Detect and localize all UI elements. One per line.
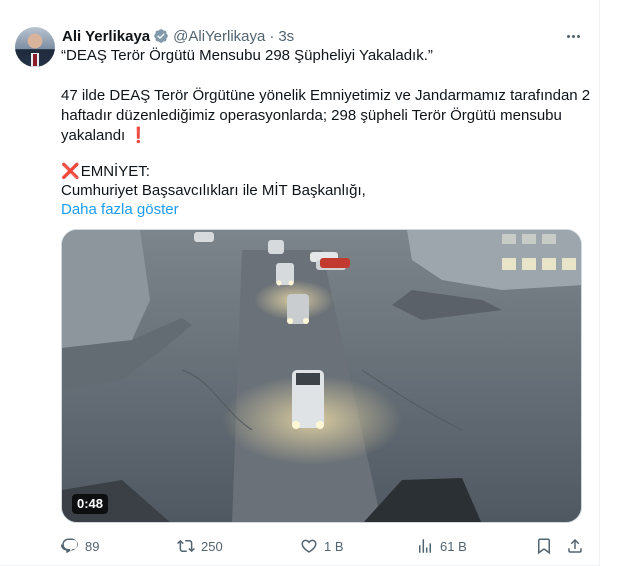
bookmark-icon	[538, 538, 550, 555]
video-thumbnail	[62, 230, 581, 522]
reply-count: 89	[85, 538, 100, 554]
tweet-actions: 89 250 1 B 61 B	[61, 537, 582, 555]
views-button[interactable]: 61 B	[416, 537, 467, 555]
show-more-link[interactable]: Daha fazla göster	[61, 200, 571, 220]
more-icon	[566, 34, 570, 38]
tweet-header: Ali Yerlikaya @AliYerlikaya · 3s	[62, 27, 294, 45]
separator-dot: ·	[269, 27, 275, 45]
avatar[interactable]	[15, 27, 55, 67]
tweet-text-line-4: yakalandı ❗	[61, 126, 571, 146]
like-count: 1 B	[324, 538, 344, 554]
more-options-button[interactable]	[561, 26, 585, 46]
tweet-timestamp[interactable]: 3s	[278, 28, 294, 45]
repost-button[interactable]: 250	[177, 537, 223, 555]
author-name[interactable]: Ali Yerlikaya	[62, 28, 150, 45]
reply-icon	[61, 538, 78, 553]
views-count: 61 B	[440, 538, 467, 554]
cross-mark-emoji-icon: ❌	[61, 163, 80, 180]
tweet-text-line-5-text: EMNİYET:	[80, 163, 150, 180]
views-icon	[419, 539, 431, 553]
tweet-card[interactable]: Ali Yerlikaya @AliYerlikaya · 3s “DEAŞ T…	[0, 0, 600, 566]
repost-count: 250	[201, 538, 223, 554]
bookmark-button[interactable]	[535, 537, 553, 555]
exclamation-emoji-icon: ❗	[129, 127, 149, 144]
tweet-text-line-6: Cumhuriyet Başsavcılıkları ile MİT Başka…	[61, 182, 366, 199]
tweet-text-line-2: 47 ilde DEAŞ Terör Örgütüne yönelik Emni…	[61, 87, 591, 104]
author-handle[interactable]: @AliYerlikaya	[173, 28, 265, 45]
tweet-text-line-3: haftadır düzenlediğimiz operasyonlarda; …	[61, 107, 562, 124]
tweet-text-line-5: ❌EMNİYET:	[61, 162, 571, 182]
repost-icon	[177, 539, 195, 553]
tweet-text-line-1: “DEAŞ Terör Örgütü Mensubu 298 Şüpheliyi…	[61, 47, 433, 64]
verified-badge-icon	[154, 29, 168, 43]
share-button[interactable]	[566, 537, 584, 555]
like-button[interactable]: 1 B	[300, 537, 344, 555]
video-player[interactable]: 0:48	[61, 229, 582, 523]
like-icon	[301, 539, 317, 553]
tweet-text-line-4-text: yakalandı	[61, 127, 126, 144]
video-duration-badge: 0:48	[72, 494, 109, 514]
reply-button[interactable]: 89	[61, 537, 99, 555]
share-icon	[568, 538, 582, 553]
